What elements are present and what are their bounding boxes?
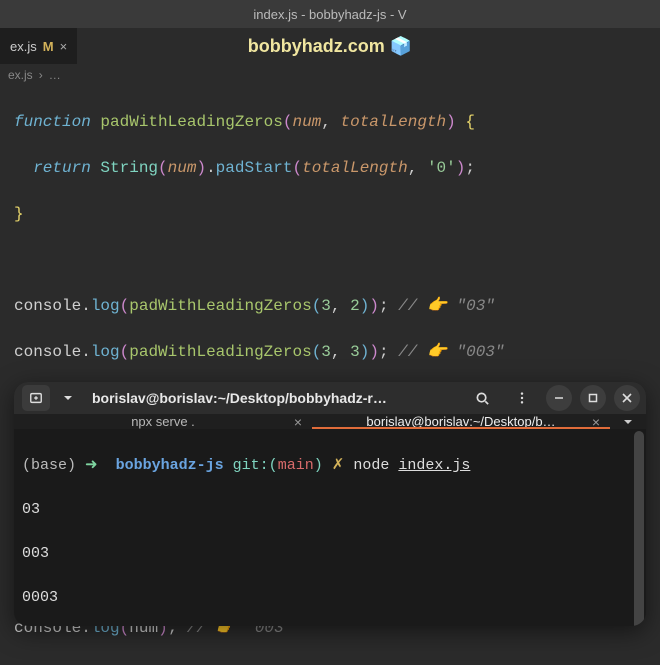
terminal-tab-label: npx serve . xyxy=(131,414,195,429)
close-icon[interactable]: × xyxy=(60,39,68,54)
chevron-down-icon xyxy=(623,417,633,427)
search-button[interactable] xyxy=(466,382,498,414)
close-button[interactable] xyxy=(614,385,640,411)
chevron-down-icon xyxy=(63,393,73,403)
tab-filename: ex.js xyxy=(10,39,37,54)
terminal-window: borislav@borislav:~/Desktop/bobbyhadz-r…… xyxy=(14,382,646,626)
chevron-right-icon: › xyxy=(39,68,43,82)
editor-tab[interactable]: ex.js M × xyxy=(0,28,77,64)
overlay-text: bobbyhadz.com xyxy=(248,36,385,56)
overlay-branding: bobbyhadz.com 📦 xyxy=(0,36,660,57)
window-title: index.js - bobbyhadz-js - V xyxy=(253,7,406,22)
code-line: console.log(padWithLeadingZeros(3, 3)); … xyxy=(14,341,646,364)
dropdown-button[interactable] xyxy=(52,382,84,414)
terminal-scrollbar[interactable] xyxy=(634,431,644,626)
terminal-left-buttons xyxy=(20,382,84,414)
code-line xyxy=(14,249,646,272)
terminal-right-buttons xyxy=(466,382,640,414)
breadcrumb-more: … xyxy=(49,68,61,82)
code-line: console.log(padWithLeadingZeros(3, 2)); … xyxy=(14,295,646,318)
menu-button[interactable] xyxy=(506,382,538,414)
new-tab-button[interactable] xyxy=(22,385,50,411)
code-line: } xyxy=(14,203,646,226)
terminal-line: 0003 xyxy=(22,587,638,609)
vscode-title-bar: index.js - bobbyhadz-js - V xyxy=(0,0,660,28)
terminal-tab-row: npx serve . × borislav@borislav:~/Deskto… xyxy=(14,414,646,429)
terminal-tab-label: borislav@borislav:~/Desktop/b… xyxy=(366,414,555,429)
minimize-button[interactable] xyxy=(546,385,572,411)
terminal-title: borislav@borislav:~/Desktop/bobbyhadz-r… xyxy=(84,390,466,406)
terminal-tab-serve[interactable]: npx serve . × xyxy=(14,414,312,429)
close-icon[interactable]: × xyxy=(592,414,600,430)
minimize-icon xyxy=(554,393,564,403)
editor-tab-row: ex.js M × bobbyhadz.com 📦 xyxy=(0,28,660,64)
kebab-icon xyxy=(515,391,529,405)
tab-modified-indicator: M xyxy=(43,39,54,54)
terminal-line: 03 xyxy=(22,499,638,521)
close-icon xyxy=(622,393,632,403)
maximize-icon xyxy=(588,393,598,403)
terminal-tab-shell[interactable]: borislav@borislav:~/Desktop/b… × xyxy=(312,414,610,429)
terminal-tab-dropdown[interactable] xyxy=(610,414,646,429)
code-line: function padWithLeadingZeros(num, totalL… xyxy=(14,111,646,134)
plus-tab-icon xyxy=(29,391,43,405)
terminal-titlebar[interactable]: borislav@borislav:~/Desktop/bobbyhadz-r… xyxy=(14,382,646,414)
package-icon: 📦 xyxy=(390,36,412,56)
close-icon[interactable]: × xyxy=(294,414,302,430)
code-line: return String(num).padStart(totalLength,… xyxy=(14,157,646,180)
breadcrumb-file: ex.js xyxy=(8,68,33,82)
terminal-body[interactable]: (base) ➜ bobbyhadz-js git:(main) ✗ node … xyxy=(14,429,646,626)
terminal-line: (base) ➜ bobbyhadz-js git:(main) ✗ node … xyxy=(22,455,638,477)
maximize-button[interactable] xyxy=(580,385,606,411)
breadcrumb[interactable]: ex.js › … xyxy=(0,64,660,86)
terminal-line: 003 xyxy=(22,543,638,565)
search-icon xyxy=(475,391,490,406)
